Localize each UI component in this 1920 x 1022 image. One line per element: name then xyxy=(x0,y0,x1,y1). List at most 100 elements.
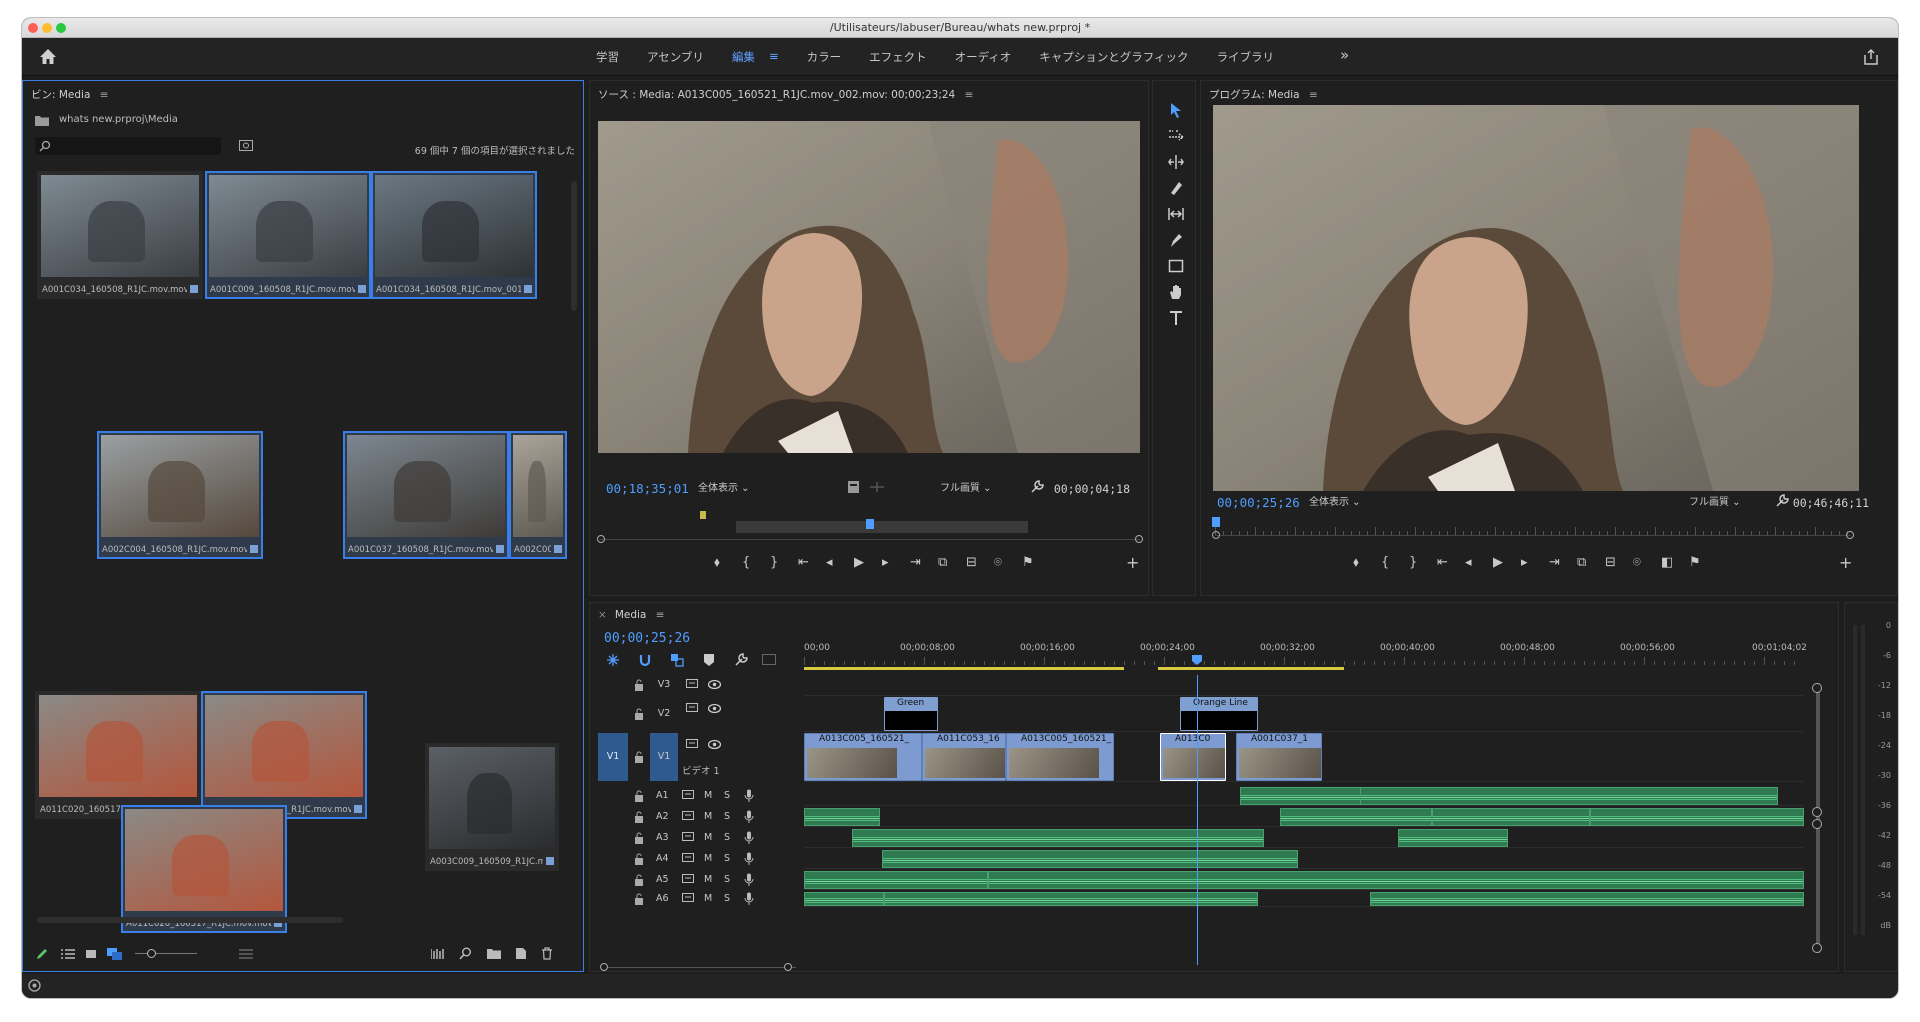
audio-clip[interactable] xyxy=(1280,808,1432,826)
home-icon[interactable] xyxy=(38,47,58,67)
microphone-icon[interactable] xyxy=(744,789,754,802)
audio-clip[interactable] xyxy=(1398,829,1508,847)
source-patch-v1[interactable]: V1 xyxy=(598,733,628,781)
trash-icon[interactable] xyxy=(541,947,553,960)
workspace-overflow-button[interactable]: » xyxy=(1340,46,1349,64)
minimize-window-button[interactable] xyxy=(42,23,52,33)
audio-clip[interactable] xyxy=(804,871,988,889)
source-quality-select[interactable]: フル画質 ⌄ xyxy=(940,479,1014,495)
audio-clip[interactable] xyxy=(988,871,1804,889)
selection-tool-icon[interactable] xyxy=(1167,101,1185,119)
timeline-playhead-timecode[interactable]: 00;00;25;26 xyxy=(604,631,690,646)
step-back-icon[interactable]: ◂ xyxy=(826,555,833,570)
proxy-icon[interactable]: ⚑ xyxy=(1689,555,1701,570)
step-forward-icon[interactable]: ▸ xyxy=(882,555,889,570)
mark-out-icon[interactable]: } xyxy=(770,555,778,570)
bin-horizontal-scrollbar[interactable] xyxy=(37,917,343,923)
eye-icon[interactable] xyxy=(708,703,721,714)
new-item-icon[interactable] xyxy=(515,947,527,960)
solo-button[interactable]: S xyxy=(724,853,730,864)
extract-icon[interactable]: ⊟ xyxy=(1605,555,1616,570)
sync-lock-icon[interactable] xyxy=(682,874,694,885)
track-target-audio[interactable]: A2 xyxy=(656,811,669,822)
program-video-frame[interactable] xyxy=(1213,105,1859,491)
lock-icon[interactable] xyxy=(634,708,644,720)
step-forward-icon[interactable]: ▸ xyxy=(1521,555,1528,570)
lock-icon[interactable] xyxy=(634,893,644,905)
sync-lock-icon[interactable] xyxy=(682,832,694,843)
sort-icon[interactable] xyxy=(239,948,253,960)
drag-video-icon[interactable]: ⚑ xyxy=(1022,555,1034,570)
mute-button[interactable]: M xyxy=(704,853,712,864)
workspace-tab-4[interactable]: エフェクト xyxy=(855,49,941,65)
solo-button[interactable]: S xyxy=(724,790,730,801)
audio-clip[interactable] xyxy=(804,892,884,906)
microphone-icon[interactable] xyxy=(744,810,754,823)
find-icon[interactable] xyxy=(459,947,472,960)
timeline-scrollbar[interactable] xyxy=(1816,683,1820,953)
mute-button[interactable]: M xyxy=(704,832,712,843)
video-clip[interactable]: A001C037_1 xyxy=(1236,733,1322,781)
audio-clip[interactable] xyxy=(1360,787,1778,805)
bin-clip-thumbnail[interactable]: A003C009_160509_R1JC.mov.mov xyxy=(425,743,559,871)
zoom-window-button[interactable] xyxy=(56,23,66,33)
new-search-bin-icon[interactable] xyxy=(239,139,253,151)
audio-clip[interactable] xyxy=(852,829,1264,847)
program-zoom-select[interactable]: 全体表示 ⌄ xyxy=(1309,493,1383,509)
title-clip[interactable]: Orange Line xyxy=(1180,697,1258,731)
audio-clip[interactable] xyxy=(884,892,1258,906)
track-target-V1[interactable]: V1 xyxy=(650,733,678,781)
mark-in-icon[interactable]: { xyxy=(742,555,750,570)
go-to-in-icon[interactable]: ⇤ xyxy=(798,555,809,570)
lift-icon[interactable]: ⧉ xyxy=(1577,555,1586,570)
step-back-icon[interactable]: ◂ xyxy=(1465,555,1472,570)
go-to-out-icon[interactable]: ⇥ xyxy=(1549,555,1560,570)
program-playhead-timecode[interactable]: 00;00;25;26 xyxy=(1217,495,1300,510)
wrench-icon[interactable] xyxy=(1030,480,1044,494)
workspace-menu-icon[interactable]: ≡ xyxy=(769,49,793,65)
mute-button[interactable]: M xyxy=(704,811,712,822)
track-name-label[interactable]: ビデオ 1 xyxy=(682,763,720,777)
add-marker-icon[interactable]: ⬧ xyxy=(714,555,720,570)
captions-icon[interactable] xyxy=(762,654,776,665)
sync-lock-icon[interactable] xyxy=(682,790,694,801)
microphone-icon[interactable] xyxy=(744,852,754,865)
bin-clip-thumbnail[interactable]: A001C034_160508_R1JC.mov.mov xyxy=(37,171,203,299)
audio-clip[interactable] xyxy=(1590,808,1804,826)
workspace-tab-2[interactable]: 編集 xyxy=(718,49,769,65)
lock-icon[interactable] xyxy=(634,832,644,844)
export-frame-icon[interactable]: ⌾ xyxy=(1633,555,1641,570)
timeline-settings-icon[interactable] xyxy=(734,653,748,667)
close-window-button[interactable] xyxy=(28,23,38,33)
sync-lock-icon[interactable] xyxy=(686,739,698,750)
track-target-audio[interactable]: A4 xyxy=(656,853,669,864)
video-clip[interactable]: A013C005_160521_ xyxy=(1006,733,1114,781)
workspace-tab-1[interactable]: アセンブリ xyxy=(633,49,718,65)
video-clip[interactable]: A013C005_160521_ xyxy=(804,733,922,781)
bin-clip-thumbnail[interactable]: A011C020_160517_R1JC.mov.mov xyxy=(121,805,287,933)
microphone-icon[interactable] xyxy=(744,873,754,886)
snap-icon[interactable] xyxy=(638,653,652,667)
eye-icon[interactable] xyxy=(708,739,721,750)
audio-clip[interactable] xyxy=(882,850,1298,868)
go-to-out-icon[interactable]: ⇥ xyxy=(910,555,921,570)
timeline-zoom-handle-right[interactable] xyxy=(784,963,792,971)
program-time-ruler[interactable] xyxy=(1212,515,1854,543)
wrench-icon[interactable] xyxy=(1775,494,1789,508)
lock-icon[interactable] xyxy=(634,679,644,691)
solo-button[interactable]: S xyxy=(724,811,730,822)
eye-icon[interactable] xyxy=(708,679,721,690)
solo-button[interactable]: S xyxy=(724,832,730,843)
audio-clip[interactable] xyxy=(1432,808,1590,826)
source-playhead-timecode[interactable]: 00;18;35;01 xyxy=(606,481,689,496)
timeline-tracks[interactable]: Green Orange Line A013C005_160521_ A011C053… xyxy=(804,675,1804,965)
video-clip[interactable]: A011C053_16 xyxy=(922,733,1006,781)
play-icon[interactable]: ▶ xyxy=(1493,555,1503,570)
linked-selection-icon[interactable] xyxy=(670,653,684,667)
ripple-edit-tool-icon[interactable] xyxy=(1167,153,1185,171)
creative-cloud-icon[interactable] xyxy=(28,979,41,992)
workspace-tab-5[interactable]: オーディオ xyxy=(941,49,1026,65)
settings-panel-icon[interactable] xyxy=(848,481,859,493)
lock-icon[interactable] xyxy=(634,790,644,802)
lock-icon[interactable] xyxy=(634,751,644,763)
